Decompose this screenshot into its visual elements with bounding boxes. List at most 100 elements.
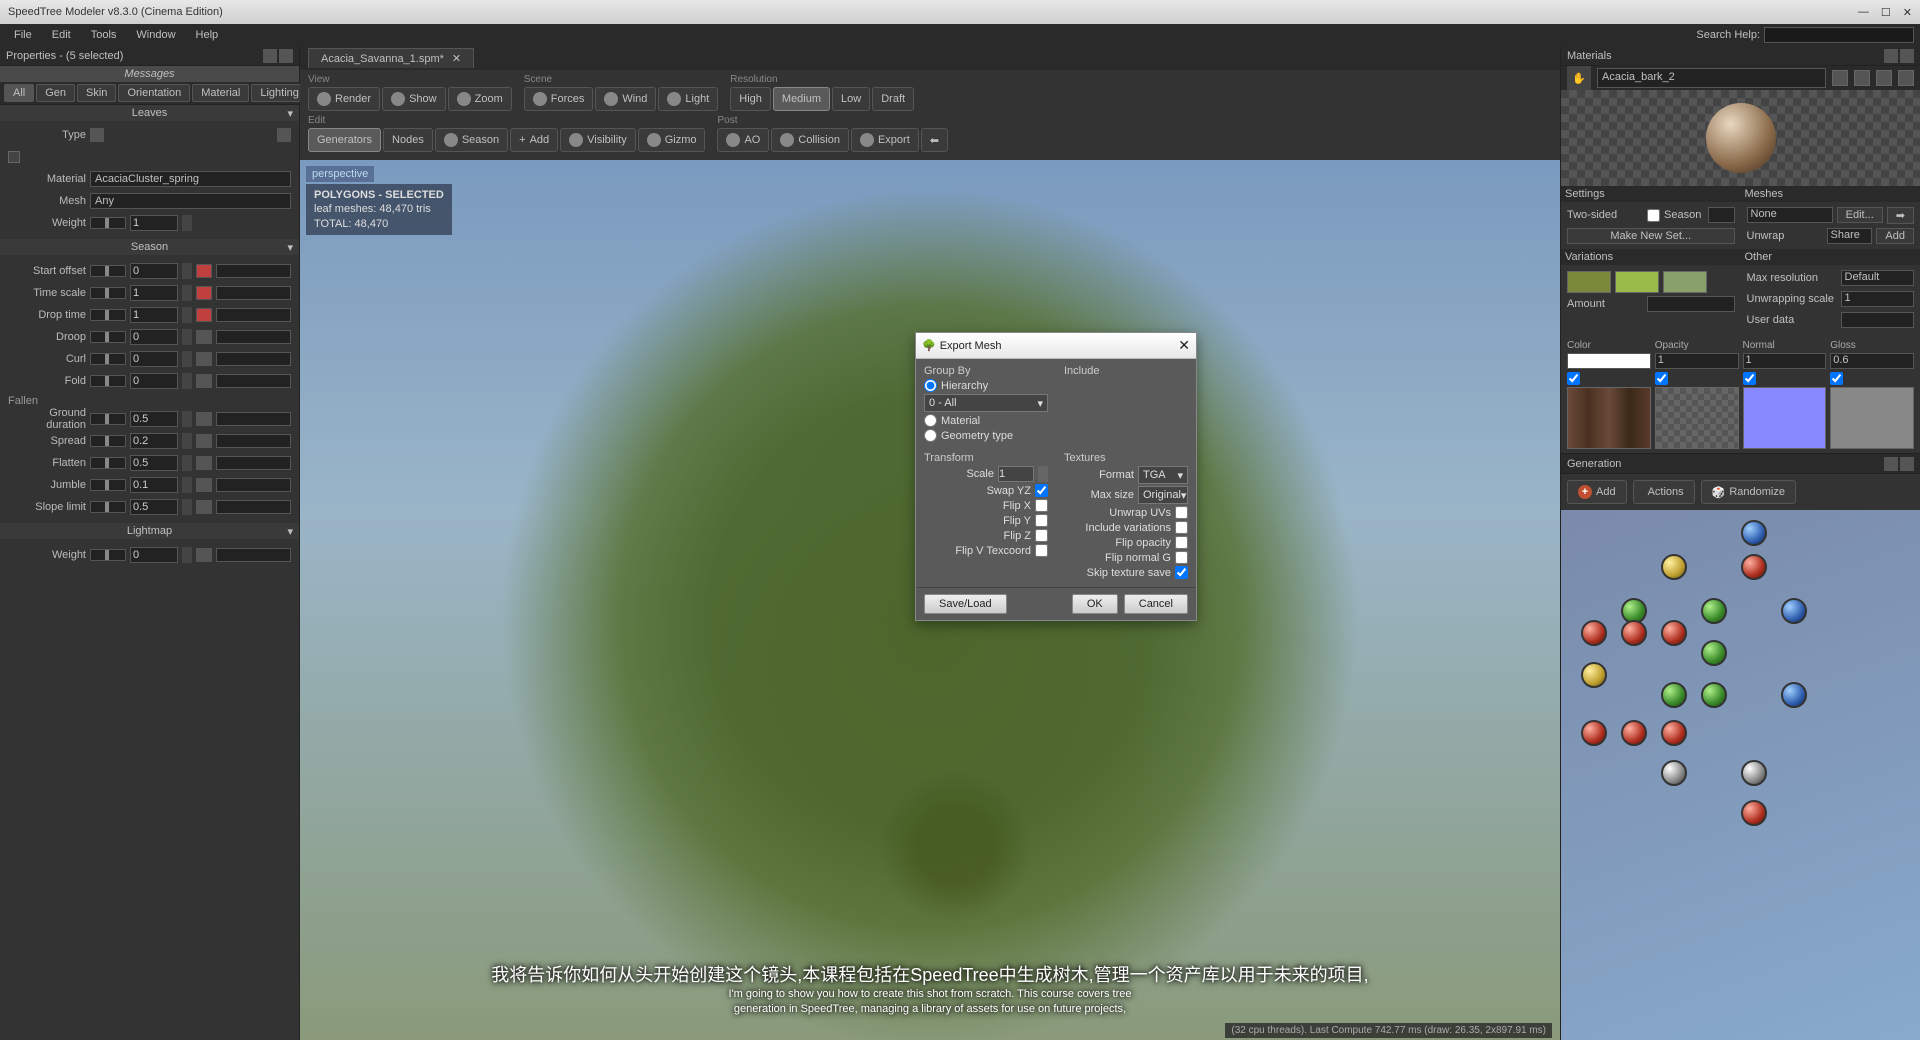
prop-slider[interactable] xyxy=(90,375,126,387)
weight-spinner[interactable] xyxy=(182,215,192,231)
graph-node[interactable] xyxy=(1621,620,1647,646)
color-value[interactable] xyxy=(1567,353,1651,369)
prop-slider[interactable] xyxy=(90,309,126,321)
hand-icon[interactable]: ✋ xyxy=(1567,66,1591,90)
user-data-input[interactable] xyxy=(1841,312,1915,328)
graph-node[interactable] xyxy=(1701,598,1727,624)
season-input[interactable] xyxy=(1708,207,1735,223)
prop-extra[interactable] xyxy=(216,374,291,388)
flip-y-checkbox[interactable] xyxy=(1035,514,1048,527)
prop-chip[interactable] xyxy=(196,352,212,366)
prop-extra[interactable] xyxy=(216,434,291,448)
prop-chip[interactable] xyxy=(196,478,212,492)
prop-slider[interactable] xyxy=(90,435,126,447)
export-button[interactable]: Export xyxy=(851,128,919,152)
tab-skin[interactable]: Skin xyxy=(77,84,116,102)
menu-edit[interactable]: Edit xyxy=(44,27,79,43)
prop-extra[interactable] xyxy=(216,500,291,514)
forces-button[interactable]: Forces xyxy=(524,87,594,111)
tab-all[interactable]: All xyxy=(4,84,34,102)
close-panel-icon[interactable] xyxy=(1900,49,1914,63)
close-panel-icon[interactable] xyxy=(279,49,293,63)
material-combo[interactable]: AcaciaCluster_spring xyxy=(90,171,291,187)
graph-node[interactable] xyxy=(1661,682,1687,708)
prop-spinner[interactable] xyxy=(182,433,192,449)
prop-extra[interactable] xyxy=(216,456,291,470)
graph-node[interactable] xyxy=(1741,760,1767,786)
mat-action-1-icon[interactable] xyxy=(1832,70,1848,86)
opacity-value[interactable]: 1 xyxy=(1655,353,1739,369)
wind-button[interactable]: Wind xyxy=(595,87,656,111)
prop-slider[interactable] xyxy=(90,457,126,469)
tab-material[interactable]: Material xyxy=(192,84,249,102)
edit-mesh-button[interactable]: Edit... xyxy=(1837,207,1883,223)
cancel-button[interactable]: Cancel xyxy=(1124,594,1188,614)
prop-extra[interactable] xyxy=(216,286,291,300)
maximize-button[interactable]: ☐ xyxy=(1881,6,1891,19)
hierarchy-dropdown[interactable]: 0 - All▾ xyxy=(924,394,1048,412)
graph-node[interactable] xyxy=(1741,520,1767,546)
mesh-combo[interactable]: Any xyxy=(90,193,291,209)
maxsize-dropdown[interactable]: Original▾ xyxy=(1138,486,1188,504)
skip-texture-save-checkbox[interactable] xyxy=(1175,566,1188,579)
viewport-mode-label[interactable]: perspective xyxy=(306,166,374,182)
mesh-arrow-button[interactable]: ➡ xyxy=(1887,207,1914,224)
type-minus-icon[interactable] xyxy=(90,128,104,142)
tab-gen[interactable]: Gen xyxy=(36,84,75,102)
make-new-set-button[interactable]: Make New Set... xyxy=(1567,228,1735,244)
prop-spinner[interactable] xyxy=(182,307,192,323)
close-button[interactable]: ✕ xyxy=(1903,6,1912,19)
format-dropdown[interactable]: TGA▾ xyxy=(1138,466,1188,484)
prop-chip[interactable] xyxy=(196,308,212,322)
graph-node[interactable] xyxy=(1661,720,1687,746)
prop-slider[interactable] xyxy=(90,353,126,365)
season-section-header[interactable]: Season▾ xyxy=(0,239,299,255)
prop-chip[interactable] xyxy=(196,374,212,388)
prop-slider[interactable] xyxy=(90,413,126,425)
prop-chip[interactable] xyxy=(196,264,212,278)
swap-yz-checkbox[interactable] xyxy=(1035,484,1048,497)
graph-node[interactable] xyxy=(1701,640,1727,666)
prop-chip[interactable] xyxy=(196,286,212,300)
messages-bar[interactable]: Messages xyxy=(0,66,299,82)
prop-spinner[interactable] xyxy=(182,477,192,493)
gen-actions-button[interactable]: Actions xyxy=(1633,480,1695,504)
graph-node[interactable] xyxy=(1741,554,1767,580)
lightmap-weight-slider[interactable] xyxy=(90,549,126,561)
ok-button[interactable]: OK xyxy=(1072,594,1118,614)
graph-node[interactable] xyxy=(1581,720,1607,746)
gloss-enabled-checkbox[interactable] xyxy=(1830,372,1843,385)
unwrap-uvs-checkbox[interactable] xyxy=(1175,506,1188,519)
graph-node[interactable] xyxy=(1781,682,1807,708)
light-button[interactable]: Light xyxy=(658,87,718,111)
two-sided-checkbox[interactable] xyxy=(1647,209,1660,222)
prop-spinner[interactable] xyxy=(182,329,192,345)
nodes-button[interactable]: Nodes xyxy=(383,128,433,152)
variation-swatch[interactable] xyxy=(1663,271,1707,293)
variation-swatch[interactable] xyxy=(1615,271,1659,293)
weight-input[interactable] xyxy=(130,215,178,231)
undock-icon[interactable] xyxy=(1884,49,1898,63)
geometry-type-radio[interactable] xyxy=(924,429,937,442)
graph-node[interactable] xyxy=(1701,682,1727,708)
render-button[interactable]: Render xyxy=(308,87,380,111)
lightmap-chip[interactable] xyxy=(196,548,212,562)
document-tab[interactable]: Acacia_Savanna_1.spm* ✕ xyxy=(308,48,474,68)
prop-slider[interactable] xyxy=(90,501,126,513)
mat-action-2-icon[interactable] xyxy=(1854,70,1870,86)
prop-input[interactable] xyxy=(130,285,178,301)
prop-input[interactable] xyxy=(130,351,178,367)
collision-button[interactable]: Collision xyxy=(771,128,849,152)
prop-extra[interactable] xyxy=(216,264,291,278)
res-medium-button[interactable]: Medium xyxy=(773,87,830,111)
res-draft-button[interactable]: Draft xyxy=(872,87,914,111)
minimize-button[interactable]: — xyxy=(1858,6,1869,19)
saveload-button[interactable]: Save/Load xyxy=(924,594,1007,614)
normal-enabled-checkbox[interactable] xyxy=(1743,372,1756,385)
close-tab-icon[interactable]: ✕ xyxy=(452,52,461,65)
prop-spinner[interactable] xyxy=(182,285,192,301)
gloss-map-thumb[interactable] xyxy=(1830,387,1914,449)
res-high-button[interactable]: High xyxy=(730,87,771,111)
flip-opacity-checkbox[interactable] xyxy=(1175,536,1188,549)
dialog-titlebar[interactable]: 🌳 Export Mesh ✕ xyxy=(916,333,1196,359)
